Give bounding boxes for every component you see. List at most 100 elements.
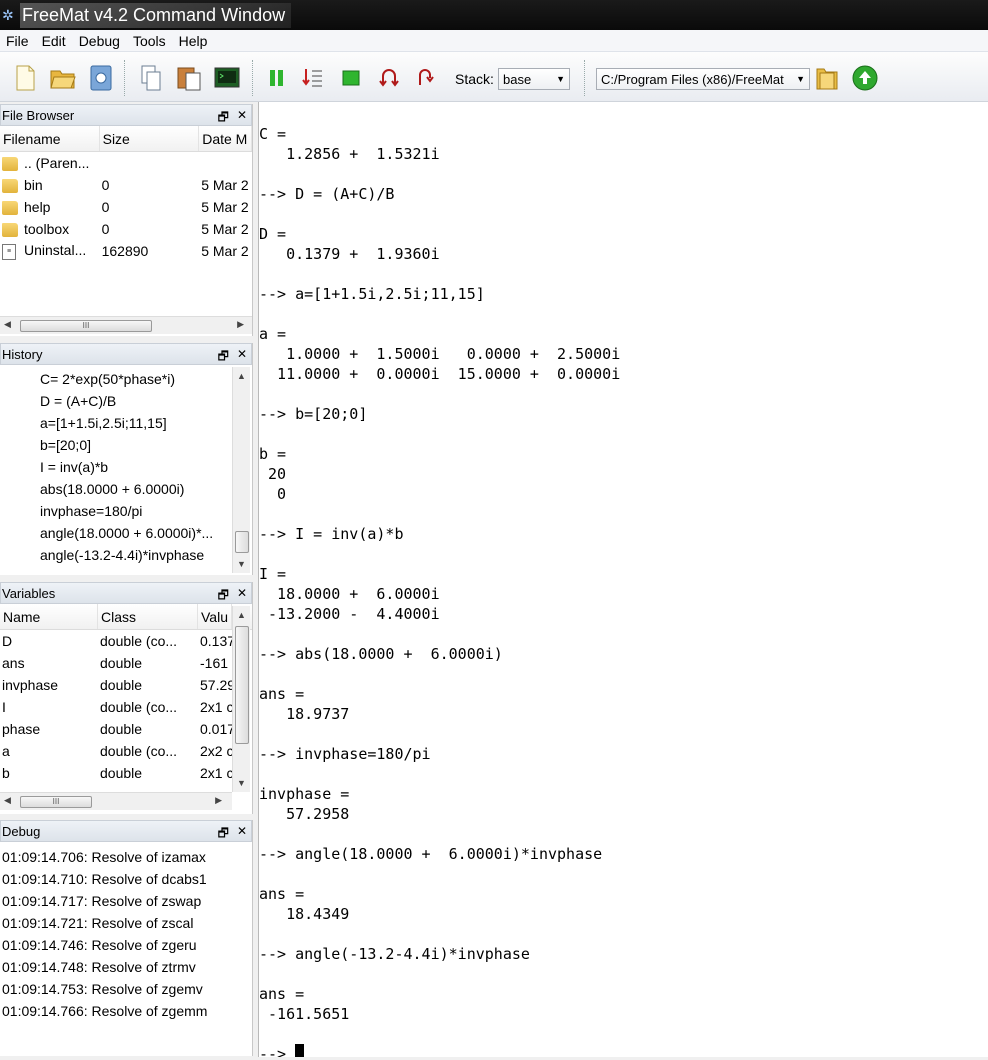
history-header: History 🗗 ✕ (0, 343, 252, 365)
debug-line: 01:09:14.753: Resolve of zgemv (2, 981, 203, 997)
variables-column-header: Name Class Valu (0, 604, 252, 630)
pause-button[interactable] (262, 63, 292, 93)
variable-row[interactable]: D double (co... 0.137 (0, 630, 252, 652)
float-icon[interactable]: 🗗 (218, 824, 229, 845)
variables-hscrollbar[interactable]: ◀ III ▶ (0, 792, 232, 810)
history-item[interactable]: C= 2*exp(50*phase*i) (40, 368, 252, 390)
console-line: 20 (259, 465, 287, 483)
column-value[interactable]: Valu (198, 604, 232, 629)
stop-icon (342, 70, 360, 86)
open-file-button[interactable] (48, 63, 78, 93)
menu-tools[interactable]: Tools (127, 33, 173, 49)
file-row[interactable]: ≡ Uninstal... 162890 5 Mar 2 (0, 240, 252, 262)
variable-row[interactable]: invphase double 57.29 (0, 674, 252, 696)
console-line: ans = (259, 885, 305, 903)
step-into-button[interactable] (298, 63, 328, 93)
column-filename[interactable]: Filename (0, 126, 100, 151)
history-item[interactable]: angle(-13.2-4.4i)*invphase (40, 544, 252, 566)
variable-row[interactable]: a double (co... 2x2 c (0, 740, 252, 762)
history-item[interactable]: a=[1+1.5i,2.5i;11,15] (40, 412, 252, 434)
save-button[interactable] (86, 63, 116, 93)
file-browser-hscrollbar[interactable]: ◀ III ▶ (0, 316, 252, 334)
new-file-icon (16, 65, 35, 91)
history-item[interactable]: I = inv(a)*b (40, 456, 252, 478)
history-item[interactable]: b=[20;0] (40, 434, 252, 456)
column-date[interactable]: Date M (199, 126, 253, 151)
menu-file[interactable]: File (0, 33, 36, 49)
history-item[interactable]: abs(18.0000 + 6.0000i) (40, 478, 252, 500)
float-icon[interactable]: 🗗 (218, 347, 229, 368)
path-select[interactable]: C:/Program Files (x86)/FreeMat ▼ (596, 68, 810, 90)
file-row[interactable]: bin 0 5 Mar 2 (0, 174, 252, 196)
scroll-thumb[interactable]: III (20, 320, 152, 332)
toolbar-separator (124, 60, 126, 96)
variable-row[interactable]: phase double 0.017 (0, 718, 252, 740)
history-item[interactable]: angle(18.0000 + 6.0000i)*... (40, 522, 252, 544)
text-cursor (295, 1044, 305, 1057)
console-line: --> D = (A+C)/B (259, 185, 395, 203)
new-file-button[interactable] (10, 63, 40, 93)
console-line: -161.5651 (259, 1005, 350, 1023)
scroll-down-icon[interactable]: ▼ (237, 559, 246, 569)
paste-button[interactable] (174, 63, 204, 93)
scroll-thumb[interactable] (235, 626, 249, 744)
scroll-left-icon[interactable]: ◀ (4, 319, 11, 330)
column-class[interactable]: Class (98, 604, 198, 629)
scroll-right-icon[interactable]: ▶ (215, 795, 222, 806)
parent-directory-button[interactable] (850, 63, 880, 93)
title-bar: ✲ FreeMat v4.2 Command Window (0, 0, 988, 30)
column-name[interactable]: Name (0, 604, 98, 629)
stack-select-value: base (503, 71, 532, 87)
console-line: ans = (259, 685, 305, 703)
copy-button[interactable] (136, 63, 166, 93)
menu-edit[interactable]: Edit (36, 33, 73, 49)
scroll-up-icon[interactable]: ▲ (237, 371, 246, 381)
close-icon[interactable]: ✕ (237, 824, 247, 845)
scroll-thumb[interactable] (235, 531, 249, 553)
history-item[interactable]: D = (A+C)/B (40, 390, 252, 412)
file-browser-title: File Browser (2, 107, 75, 123)
variable-row[interactable]: I double (co... 2x1 c (0, 696, 252, 718)
menu-debug[interactable]: Debug (73, 33, 127, 49)
menu-help[interactable]: Help (173, 33, 215, 49)
scroll-left-icon[interactable]: ◀ (4, 795, 11, 806)
file-row[interactable]: toolbox 0 5 Mar 2 (0, 218, 252, 240)
close-icon[interactable]: ✕ (237, 108, 247, 129)
close-icon[interactable]: ✕ (237, 347, 247, 368)
command-console[interactable]: C = 1.2856 + 1.5321i --> D = (A+C)/B D =… (258, 102, 988, 1057)
float-icon[interactable]: 🗗 (218, 108, 229, 129)
variables-vscrollbar[interactable]: ▲ ▼ (232, 606, 250, 792)
history-vscrollbar[interactable]: ▲ ▼ (232, 367, 250, 573)
step-out-button[interactable] (410, 63, 440, 93)
file-row[interactable]: .. (Paren... (0, 152, 252, 174)
console-prompt-line[interactable]: --> (259, 1044, 988, 1057)
console-line: --> a=[1+1.5i,2.5i;11,15] (259, 285, 485, 303)
chevron-down-icon: ▼ (556, 74, 565, 84)
history-item[interactable]: invphase=180/pi (40, 500, 252, 522)
browse-folder-button[interactable] (812, 63, 842, 93)
scroll-right-icon[interactable]: ▶ (237, 319, 244, 330)
folder-icon (2, 223, 18, 238)
float-icon[interactable]: 🗗 (218, 586, 229, 607)
file-row[interactable]: help 0 5 Mar 2 (0, 196, 252, 218)
scroll-up-icon[interactable]: ▲ (237, 610, 246, 620)
scroll-thumb[interactable]: III (20, 796, 92, 808)
path-select-value: C:/Program Files (x86)/FreeMat (601, 71, 784, 87)
variable-row[interactable]: b double 2x1 c (0, 762, 252, 784)
scroll-down-icon[interactable]: ▼ (237, 778, 246, 788)
column-size[interactable]: Size (100, 126, 200, 151)
variable-row[interactable]: ans double -161 (0, 652, 252, 674)
step-over-button[interactable] (374, 63, 404, 93)
console-line: ans = (259, 985, 305, 1003)
console-line: 18.0000 + 6.0000i (259, 585, 440, 603)
stack-select[interactable]: base ▼ (498, 68, 570, 90)
stop-button[interactable] (336, 63, 366, 93)
terminal-button[interactable] (212, 63, 242, 93)
close-icon[interactable]: ✕ (237, 586, 247, 607)
debug-panel: Debug 🗗 ✕ 01:09:14.706: Resolve of izamax… (0, 820, 253, 1056)
